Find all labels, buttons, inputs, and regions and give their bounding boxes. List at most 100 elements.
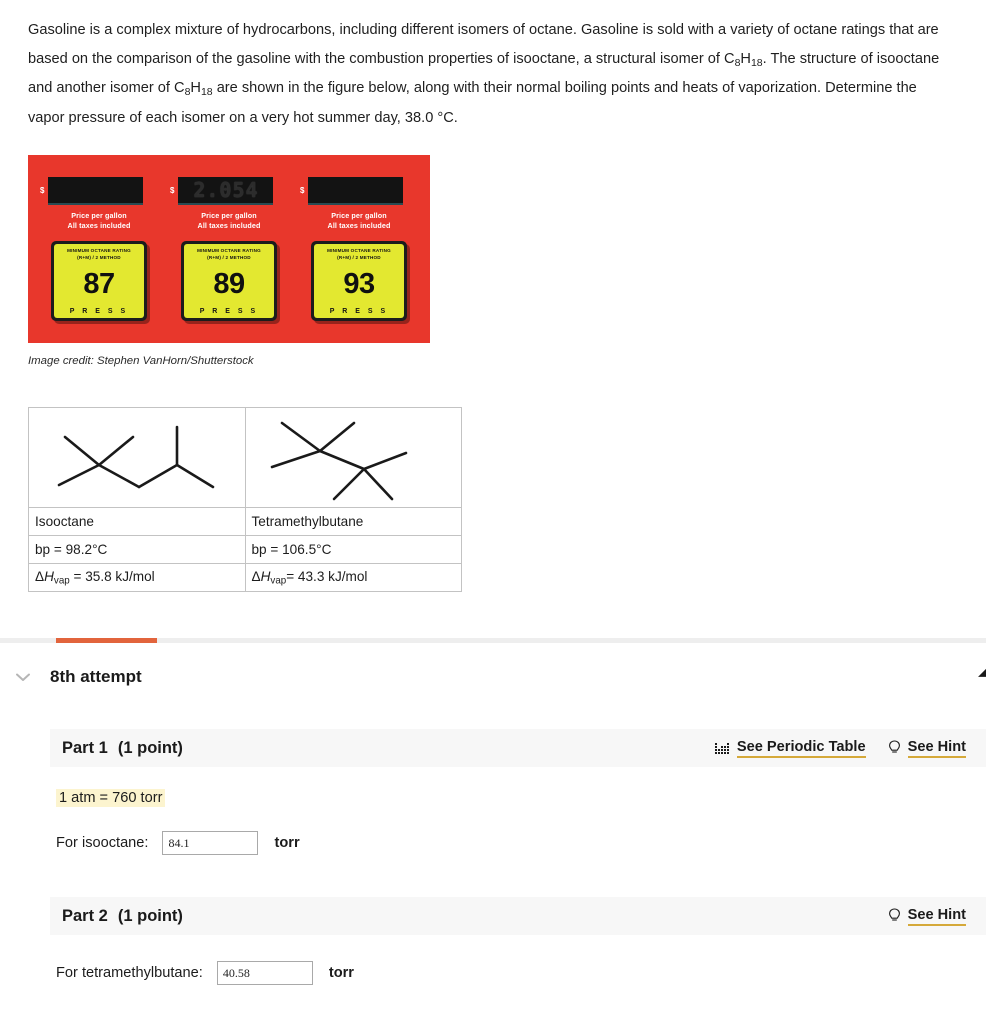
octane-number-93: 93 — [343, 268, 375, 301]
sub-18-second: 18 — [200, 86, 213, 99]
hvap-delta-isooctane: Δ — [35, 568, 45, 584]
octane-button-89[interactable]: MINIMUM OCTANE RATING (R+M) / 2 METHOD 8… — [181, 240, 277, 321]
price-display-row-93: $ — [300, 176, 418, 205]
clipped-edge-glyph[interactable]: ◢ — [978, 663, 986, 679]
part-1-points: (1 point) — [117, 738, 183, 757]
price-digits-89: 2.054 — [193, 177, 259, 202]
boiling-point-isooctane: bp = 98.2°C — [28, 534, 246, 564]
price-label-line2-87: All taxes included — [67, 221, 131, 231]
price-label-line2-89: All taxes included — [197, 221, 261, 231]
hvap-h-tmb: H — [260, 568, 271, 584]
price-label-line2-93: All taxes included — [327, 221, 391, 231]
price-lcd-87 — [48, 176, 144, 205]
chevron-down-glyph — [16, 673, 30, 681]
sub-18-first: 18 — [750, 57, 763, 70]
octane-heading-93: MINIMUM OCTANE RATING (R+M) / 2 METHOD — [327, 248, 391, 262]
hvap-sub-isooctane: vap — [53, 575, 70, 587]
hvap-value-tmb: = 43.3 kJ/mol — [286, 568, 368, 584]
part-1-answer-label: For isooctane: — [56, 835, 149, 852]
see-periodic-table-link[interactable]: See Periodic Table — [714, 739, 866, 758]
part-1-answer-row: For isooctane: torr — [56, 831, 986, 856]
see-hint-link-part-1[interactable]: See Hint — [888, 739, 966, 758]
tetramethylbutane-skeletal-structure — [270, 421, 408, 501]
see-periodic-table-label: See Periodic Table — [736, 739, 866, 758]
hvap-value-isooctane: = 35.8 kJ/mol — [69, 568, 155, 584]
part-2-title: Part 2 — [62, 906, 108, 925]
price-label-line1-89: Price per gallon — [201, 210, 257, 220]
h-first: H — [740, 51, 751, 68]
isooctane-answer-input[interactable] — [162, 831, 259, 856]
octane-heading-87: MINIMUM OCTANE RATING (R+M) / 2 METHOD — [67, 248, 131, 262]
part-1-title: Part 1 — [62, 738, 108, 757]
pump-column-89: $ 2.054 Price per gallon All taxes inclu… — [170, 176, 288, 343]
lightbulb-icon — [888, 908, 901, 924]
price-label-93: Price per gallon All taxes included — [300, 211, 418, 232]
part-2-header: Part 2 (1 point) See Hint — [50, 897, 986, 936]
octane-number-87: 87 — [83, 268, 115, 301]
table-row-structures — [28, 406, 462, 508]
hvap-delta-tmb: Δ — [251, 568, 261, 584]
section-divider — [0, 638, 986, 645]
octane-heading-line2-93: (R+M) / 2 METHOD — [337, 254, 381, 260]
gas-pump-figure: $ Price per gallon All taxes included MI… — [0, 133, 986, 343]
attempt-header[interactable]: 8th attempt — [0, 645, 986, 687]
octane-heading-89: MINIMUM OCTANE RATING (R+M) / 2 METHOD — [197, 248, 261, 262]
conversion-note: 1 atm = 760 torr — [56, 789, 166, 808]
hvap-sub-tmb: vap — [270, 575, 287, 587]
isomer-name-isooctane: Isooctane — [28, 506, 246, 536]
image-credit: Image credit: Stephen VanHorn/Shuttersto… — [28, 354, 254, 367]
press-label-87: P R E S S — [69, 307, 129, 315]
hvap-isooctane: ΔHvap = 35.8 kJ/mol — [28, 562, 246, 593]
isooctane-skeletal-structure — [57, 425, 215, 489]
lightbulb-icon — [888, 740, 901, 756]
isomer-name-tetramethylbutane: Tetramethylbutane — [244, 506, 462, 536]
octane-button-93[interactable]: MINIMUM OCTANE RATING (R+M) / 2 METHOD 9… — [311, 240, 407, 321]
h-second: H — [190, 80, 201, 97]
price-label-89: Price per gallon All taxes included — [170, 211, 288, 232]
part-2-answer-label: For tetramethylbutane: — [56, 965, 203, 982]
chevron-down-icon[interactable] — [14, 668, 32, 686]
isooctane-structure-cell — [28, 406, 246, 508]
isomer-comparison-table: Isooctane Tetramethylbutane bp = 98.2°C … — [28, 406, 462, 593]
formula-c8h18-second: 8H18 — [185, 80, 213, 99]
see-hint-link-part-2[interactable]: See Hint — [888, 907, 966, 926]
part-1-section: Part 1 (1 point) See Periodic Table See … — [0, 729, 986, 856]
part-2-links: See Hint — [888, 907, 966, 926]
lightbulb-glyph — [888, 740, 900, 754]
active-tab-indicator[interactable] — [56, 638, 157, 644]
press-label-93: P R E S S — [329, 307, 389, 315]
octane-heading-line1-87: MINIMUM OCTANE RATING — [67, 247, 131, 253]
price-display-row-87: $ — [40, 176, 158, 205]
price-label-line1-93: Price per gallon — [331, 210, 387, 220]
part-1-header: Part 1 (1 point) See Periodic Table See … — [50, 729, 986, 768]
octane-face-93: MINIMUM OCTANE RATING (R+M) / 2 METHOD 9… — [314, 243, 404, 318]
price-lcd-93 — [308, 176, 404, 205]
octane-heading-line2-89: (R+M) / 2 METHOD — [207, 254, 251, 260]
octane-heading-line1-89: MINIMUM OCTANE RATING — [197, 247, 261, 253]
part-2-title-group: Part 2 (1 point) — [62, 907, 183, 926]
table-row-names: Isooctane Tetramethylbutane — [28, 506, 462, 536]
octane-heading-line1-93: MINIMUM OCTANE RATING — [327, 247, 391, 253]
octane-number-89: 89 — [213, 268, 245, 301]
part-1-answer-unit: torr — [274, 835, 300, 852]
gas-pump-panel: $ Price per gallon All taxes included MI… — [28, 154, 430, 343]
see-hint-label-part-1: See Hint — [907, 739, 966, 758]
octane-face-89: MINIMUM OCTANE RATING (R+M) / 2 METHOD 8… — [184, 243, 274, 318]
part-2-points: (1 point) — [117, 906, 183, 925]
boiling-point-tetramethylbutane: bp = 106.5°C — [244, 534, 462, 564]
octane-button-87[interactable]: MINIMUM OCTANE RATING (R+M) / 2 METHOD 8… — [51, 240, 147, 321]
part-2-section: Part 2 (1 point) See Hint For tetramethyl… — [0, 897, 986, 986]
hvap-h-isooctane: H — [44, 568, 54, 584]
dollar-sign-93: $ — [300, 185, 305, 195]
part-2-answer-row: For tetramethylbutane: torr — [56, 961, 986, 986]
tetramethylbutane-structure-cell — [244, 406, 462, 508]
tetramethylbutane-answer-input[interactable] — [216, 961, 313, 986]
part-2-answer-unit: torr — [328, 965, 354, 982]
price-label-87: Price per gallon All taxes included — [40, 211, 158, 232]
octane-heading-line2-87: (R+M) / 2 METHOD — [77, 254, 121, 260]
attempt-title: 8th attempt — [50, 667, 142, 687]
see-hint-label-part-2: See Hint — [907, 907, 966, 926]
periodic-table-glyph — [714, 742, 729, 754]
formula-c8h18-first: 8H18 — [735, 51, 763, 70]
table-row-hvap: ΔHvap = 35.8 kJ/mol ΔHvap= 43.3 kJ/mol — [28, 562, 462, 593]
